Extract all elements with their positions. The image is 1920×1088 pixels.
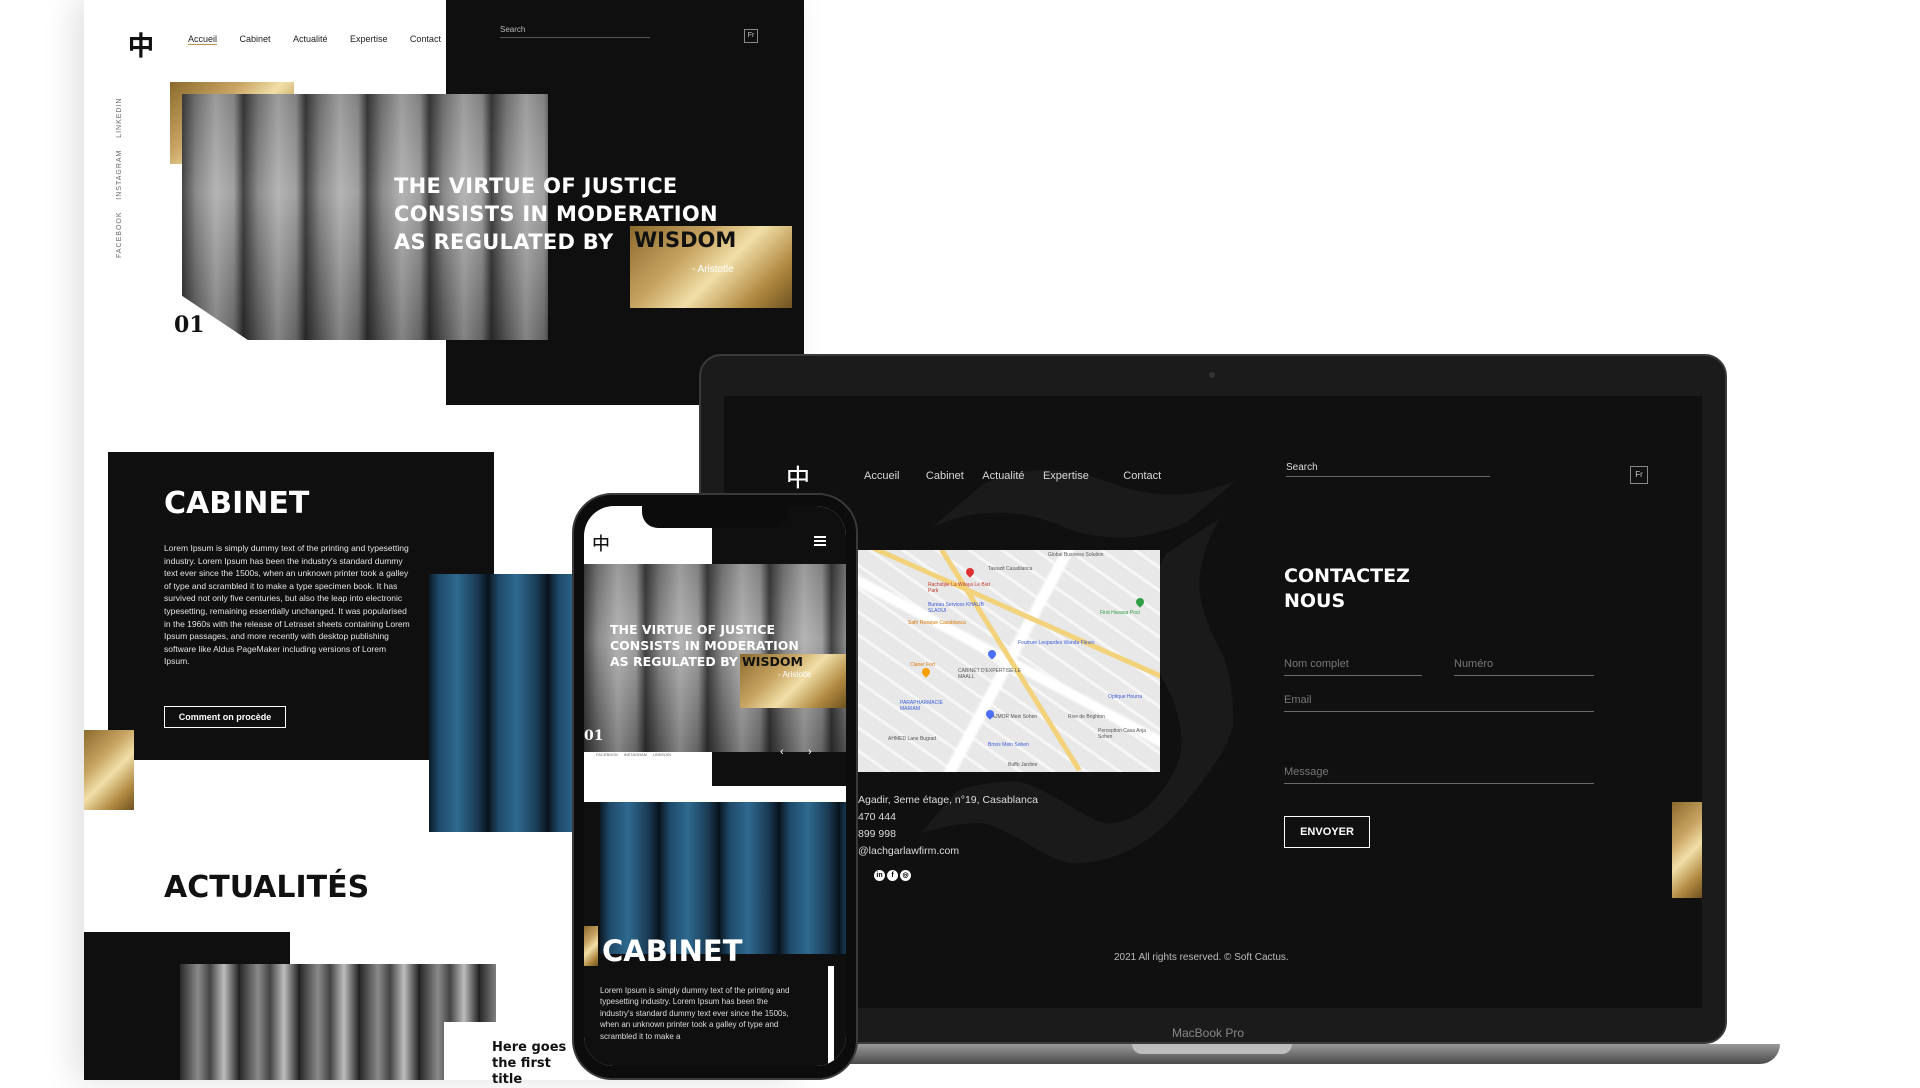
- laptop-nav-accueil[interactable]: Accueil: [864, 470, 899, 482]
- map-pin-icon: [1134, 596, 1146, 608]
- email-field[interactable]: Email: [1284, 694, 1594, 712]
- instagram-icon[interactable]: ◎: [900, 870, 911, 881]
- phone-hero-line-1: THE VIRTUE OF JUSTICE: [610, 622, 776, 637]
- lang-switch[interactable]: Fr: [744, 29, 758, 43]
- cabinet-books-image: [429, 574, 589, 832]
- news-card-title: Here goes the first title: [492, 1040, 567, 1087]
- nav-expertise[interactable]: Expertise: [350, 34, 388, 44]
- map-label: Global Business Solution: [1048, 552, 1104, 558]
- desktop-nav: Accueil Cabinet Actualité Expertise Cont…: [188, 29, 459, 47]
- hamburger-menu-icon[interactable]: [814, 536, 826, 546]
- map-label: Bureau Services KHALIB SLAOUI: [928, 602, 984, 614]
- laptop-lang-switch[interactable]: Fr: [1630, 466, 1648, 484]
- social-linkedin[interactable]: LINKEDIN: [116, 98, 123, 138]
- phone-notch: [642, 506, 788, 528]
- submit-button[interactable]: ENVOYER: [1284, 816, 1370, 848]
- phone-scroll-indicator[interactable]: [828, 966, 834, 1066]
- actualites-title: ACTUALITÉS: [164, 870, 370, 905]
- laptop-gold-accent: [1672, 802, 1702, 898]
- contact-phone-2: 899 998: [858, 828, 896, 840]
- laptop-camera: [1209, 372, 1215, 378]
- map-label: CABINET D'EXPERTISE LE MAALL: [958, 668, 1022, 680]
- cabinet-title: CABINET: [164, 486, 310, 521]
- contact-map[interactable]: Global Business Solution Tawazit Casabla…: [858, 550, 1160, 772]
- phone-gold-accent: [584, 926, 598, 966]
- social-facebook[interactable]: FACEBOOK: [116, 211, 123, 258]
- phone-cabinet-body: Lorem Ipsum is simply dummy text of the …: [600, 986, 790, 1041]
- map-label: First Havana Pool: [1100, 610, 1140, 616]
- map-label: Rive de Brighton: [1068, 714, 1105, 720]
- laptop-screen: ℑ ㆗ Accueil Cabinet Actualité Expertise …: [724, 396, 1702, 1008]
- contact-title: CONTACTEZ NOUS: [1284, 564, 1410, 614]
- map-label: PARAPHARMACIE MARIAM: [900, 700, 943, 712]
- phone-hero-highlight: WISDOM: [742, 654, 803, 669]
- social-instagram[interactable]: INSTAGRAM: [116, 150, 123, 200]
- laptop-nav-contact[interactable]: Contact: [1123, 470, 1161, 482]
- map-label: Optique Hourra: [1108, 694, 1143, 700]
- laptop-brand: MacBook Pro: [1172, 1026, 1245, 1040]
- name-field[interactable]: Nom complet: [1284, 658, 1422, 676]
- contact-email[interactable]: @lachgarlawfirm.com: [858, 845, 959, 857]
- phone-hero-line-2: CONSISTS IN MODERATION: [610, 638, 799, 653]
- footer-copyright: 2021 All rights reserved. © Soft Cactus.: [1114, 952, 1289, 963]
- slide-number: 01: [174, 312, 205, 338]
- contact-address: Agadir, 3eme étage, n°19, Casablanca: [858, 794, 1038, 806]
- phone-books-image: [600, 802, 846, 954]
- laptop-nav-expertise[interactable]: Expertise: [1043, 470, 1089, 482]
- map-pin-icon: [986, 648, 998, 660]
- phone-next-arrow-icon[interactable]: ›: [808, 746, 812, 758]
- phone-cabinet-title: CABINET: [602, 934, 743, 968]
- phone-prev-arrow-icon[interactable]: ‹: [780, 746, 784, 758]
- map-label: Rachidijie La Wilaya Le Biat Park: [928, 582, 990, 594]
- linkedin-icon[interactable]: in: [874, 870, 885, 881]
- nav-cabinet[interactable]: Cabinet: [239, 34, 270, 44]
- hero-line-1: THE VIRTUE OF JUSTICE: [394, 174, 678, 198]
- hero-author: - Aristotle: [692, 264, 734, 275]
- message-field[interactable]: Message: [1284, 766, 1594, 784]
- map-label: Perception Casa Anja Sohen: [1098, 728, 1147, 740]
- map-pin-icon: [920, 666, 932, 678]
- phone-screen: ㆗ THE VIRTUE OF JUSTICE CONSISTS IN MODE…: [584, 506, 846, 1066]
- laptop-logo-icon[interactable]: ㆗: [786, 458, 810, 493]
- laptop-nav: Accueil Cabinet Actualité Expertise Cont…: [864, 466, 1183, 484]
- cabinet-body: Lorem Ipsum is simply dummy text of the …: [164, 543, 410, 667]
- map-label: Buffo Jardine: [1008, 762, 1038, 768]
- logo-icon[interactable]: ㆗: [128, 26, 154, 63]
- search-input[interactable]: Search: [500, 25, 650, 38]
- social-links-vertical: FACEBOOK INSTAGRAM LINKEDIN: [116, 98, 123, 258]
- map-label: AHMED Lane Bugrad: [888, 736, 937, 742]
- hero-line-2: CONSISTS IN MODERATION: [394, 202, 718, 226]
- map-label: HAJMOR Mein Sohen: [988, 714, 1038, 720]
- contact-title-line-1: CONTACTEZ: [1284, 565, 1410, 587]
- laptop-search-input[interactable]: Search: [1286, 462, 1490, 477]
- contact-title-line-2: NOUS: [1284, 590, 1346, 612]
- laptop-nav-actualite[interactable]: Actualité: [982, 470, 1024, 482]
- map-label: Bmos Mein Sohen: [988, 742, 1029, 748]
- map-pin-icon: [964, 566, 976, 578]
- hero-highlight: WISDOM: [634, 228, 737, 252]
- phone-social-linkedin[interactable]: LINKEDIN: [653, 752, 671, 757]
- cabinet-gold-accent: [84, 730, 134, 810]
- map-label: Safir Rwaque Casablanca: [908, 620, 966, 626]
- map-label: Claner Fort: [910, 662, 936, 668]
- nav-accueil[interactable]: Accueil: [188, 34, 218, 45]
- laptop-nav-cabinet[interactable]: Cabinet: [926, 470, 964, 482]
- phone-socials: FACEBOOK INSTAGRAM LINKEDIN: [596, 752, 671, 757]
- map-label: Fourrure Leopardes Wanda Fleurs: [1018, 640, 1095, 646]
- phone-social-facebook[interactable]: FACEBOOK: [596, 752, 618, 757]
- facebook-icon[interactable]: f: [887, 870, 898, 881]
- phone-field[interactable]: Numéro: [1454, 658, 1594, 676]
- nav-actualite[interactable]: Actualité: [293, 34, 328, 44]
- contact-phone-1: 470 444: [858, 811, 896, 823]
- phone-hero-author: - Aristotle: [778, 670, 812, 679]
- cabinet-button[interactable]: Comment on procède: [164, 706, 286, 728]
- nav-contact[interactable]: Contact: [410, 34, 441, 44]
- contact-socials: in f ◎: [874, 864, 913, 882]
- laptop-base-notch: [1132, 1044, 1292, 1054]
- map-label: Tawazit Casablanca: [988, 566, 1033, 572]
- phone-social-instagram[interactable]: INSTAGRAM: [624, 752, 647, 757]
- phone-slide-number: 01: [584, 728, 604, 744]
- phone-logo-icon[interactable]: ㆗: [592, 530, 610, 556]
